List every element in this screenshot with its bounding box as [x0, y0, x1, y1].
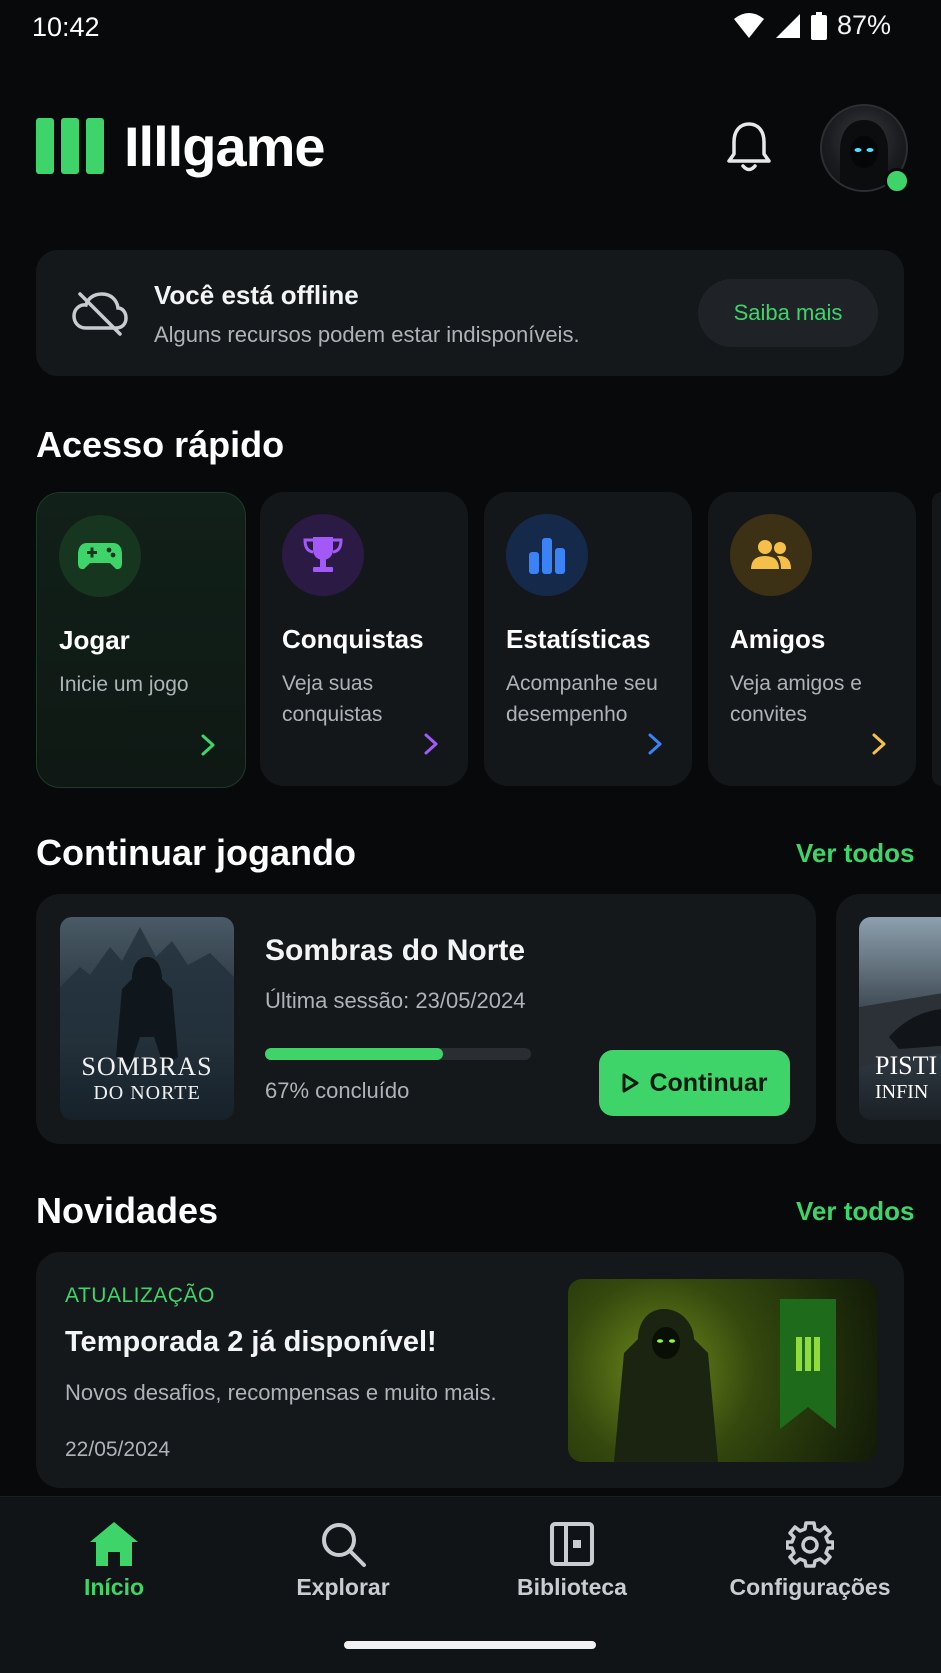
gamepad-icon: [59, 515, 141, 597]
chevron-right-icon: [872, 733, 886, 755]
app-title: Illlgame: [124, 115, 326, 178]
quick-card-desc: Acompanhe seu desempenho: [506, 672, 658, 726]
gear-icon: [786, 1521, 834, 1568]
search-icon: [322, 1523, 366, 1567]
home-icon: [90, 1522, 138, 1566]
game-cover-title: SOMBRAS DO NORTE: [81, 1052, 213, 1105]
quick-access-heading: Acesso rápido: [36, 424, 285, 465]
chevron-right-icon: [201, 734, 215, 756]
people-icon: [730, 514, 812, 596]
play-icon: [622, 1073, 639, 1093]
learn-more-button[interactable]: Saiba mais: [698, 279, 878, 347]
news-date: 22/05/2024: [65, 1438, 171, 1461]
quick-card-title: Jogar: [59, 625, 130, 655]
trophy-icon: [282, 514, 364, 596]
nav-library[interactable]: Biblioteca: [482, 1520, 662, 1601]
nav-explore[interactable]: Explorar: [253, 1520, 433, 1601]
continue-playing-heading: Continuar jogando: [36, 832, 356, 873]
nav-home[interactable]: Início: [24, 1520, 204, 1601]
chevron-right-icon: [424, 733, 438, 755]
next-game-cover-title: PISTI INFIN: [875, 1051, 938, 1104]
quick-card-title: Amigos: [730, 624, 826, 654]
cloud-off-icon: [72, 292, 128, 336]
news-tag: ATUALIZAÇÃO: [65, 1284, 215, 1307]
status-time: 10:42: [32, 12, 100, 42]
app-logo: [36, 118, 104, 174]
game-title: Sombras do Norte: [265, 934, 526, 967]
offline-title: Você está offline: [154, 280, 359, 310]
news-image: [568, 1279, 877, 1462]
nav-settings[interactable]: Configurações: [720, 1520, 900, 1601]
continue-button-label: Continuar: [649, 1068, 768, 1097]
library-icon: [550, 1522, 594, 1566]
quick-card-jogar[interactable]: Jogar Inicie um jogo: [36, 492, 246, 788]
quick-card-conquistas[interactable]: Conquistas Veja suas conquistas: [260, 492, 468, 786]
battery-icon: [810, 11, 827, 40]
last-session: Última sessão: 23/05/2024: [265, 988, 526, 1013]
quick-card-title: Estatísticas: [506, 624, 651, 654]
progress-label: 67% concluído: [265, 1078, 410, 1103]
signal-icon: [775, 13, 800, 38]
nav-label: Explorar: [296, 1574, 390, 1600]
quick-card-desc: Veja amigos e convites: [730, 672, 862, 726]
news-subtitle: Novos desafios, recompensas e muito mais…: [65, 1380, 497, 1405]
quick-card-amigos[interactable]: Amigos Veja amigos e convites: [708, 492, 916, 786]
online-status-dot: [884, 168, 910, 194]
quick-card-estatisticas[interactable]: Estatísticas Acompanhe seu desempenho: [484, 492, 692, 786]
notification-bell-icon[interactable]: [724, 120, 774, 174]
quick-card-desc: Inicie um jogo: [59, 673, 189, 696]
see-all-continue-link[interactable]: Ver todos: [796, 838, 914, 869]
status-indicators: 87%: [733, 10, 891, 41]
continue-button[interactable]: Continuar: [599, 1050, 790, 1116]
news-heading: Novidades: [36, 1190, 219, 1231]
see-all-news-link[interactable]: Ver todos: [796, 1196, 914, 1227]
battery-percent: 87%: [836, 10, 891, 40]
home-indicator[interactable]: [344, 1641, 596, 1649]
offline-subtitle: Alguns recursos podem estar indisponívei…: [154, 322, 580, 347]
chevron-right-icon: [648, 733, 662, 755]
nav-label: Configurações: [729, 1574, 891, 1600]
nav-label: Biblioteca: [517, 1574, 627, 1600]
wifi-icon: [733, 12, 764, 38]
game-cover-image: SOMBRAS DO NORTE: [60, 917, 234, 1120]
nav-label: Início: [83, 1574, 145, 1600]
next-game-cover-image: PISTI INFIN: [859, 917, 941, 1120]
quick-card-title: Conquistas: [282, 624, 424, 654]
progress-bar: [265, 1048, 531, 1060]
progress-fill: [265, 1048, 444, 1060]
news-title: Temporada 2 já disponível!: [65, 1326, 437, 1358]
quick-card-peek: [932, 492, 941, 786]
quick-card-desc: Veja suas conquistas: [282, 672, 383, 726]
bar-chart-icon: [506, 514, 588, 596]
